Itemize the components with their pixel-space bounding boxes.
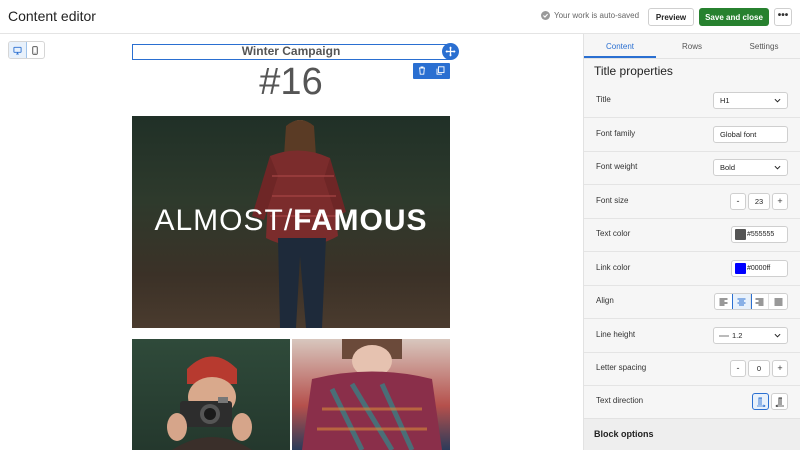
tab-content[interactable]: Content: [584, 34, 656, 58]
rtl-icon: [774, 397, 784, 407]
check-circle-icon: [541, 11, 550, 20]
line-height-icon: [719, 335, 729, 337]
font-size-decrease-button[interactable]: -: [730, 193, 746, 210]
device-toggle: [8, 41, 45, 59]
block-options-section[interactable]: Block options: [584, 418, 800, 450]
text-color-value: #555555: [747, 231, 775, 238]
editor-canvas: Winter Campaign #16 ALMOST/FAMOUS: [0, 34, 583, 450]
preview-button[interactable]: Preview: [648, 8, 694, 26]
row-align: Align: [584, 285, 800, 319]
top-bar: Content editor Your work is auto-saved P…: [0, 0, 800, 34]
letter-spacing-stepper: - 0 +: [730, 360, 788, 377]
font-family-value: Global font: [720, 130, 757, 139]
selected-title-block[interactable]: Winter Campaign: [132, 44, 450, 60]
align-center-button[interactable]: [732, 294, 752, 309]
align-right-icon: [755, 298, 764, 305]
align-right-button[interactable]: [751, 294, 769, 309]
row-title: Title H1: [584, 84, 800, 118]
line-height-value: 1.2: [732, 331, 743, 340]
font-family-select[interactable]: Global font: [713, 126, 788, 143]
line-height-select[interactable]: 1.2: [713, 327, 788, 344]
desktop-view-button[interactable]: [9, 42, 27, 58]
camera-woman-illustration: [167, 356, 252, 450]
row-link-color: Link color #0000ff: [584, 252, 800, 286]
align-left-icon: [719, 298, 728, 305]
text-color-swatch[interactable]: [735, 229, 746, 240]
font-weight-value: Bold: [720, 163, 736, 172]
autosave-text: Your work is auto-saved: [554, 11, 640, 20]
letter-spacing-input[interactable]: 0: [748, 360, 770, 377]
tab-settings[interactable]: Settings: [728, 34, 800, 58]
section-title: Title properties: [594, 64, 673, 78]
chevron-down-icon: [774, 333, 781, 338]
mobile-view-button[interactable]: [27, 42, 44, 58]
align-group: [714, 293, 788, 310]
row-font-size: Font size - 23 +: [584, 185, 800, 219]
row-text-color: Text color #555555: [584, 218, 800, 252]
ltr-direction-button[interactable]: [752, 393, 769, 410]
row-text-direction: Text direction: [584, 385, 800, 419]
ltr-icon: [756, 397, 766, 407]
hero-text-bold: FAMOUS: [293, 204, 428, 237]
chevron-down-icon: [774, 165, 781, 170]
letter-spacing-label: Letter spacing: [596, 363, 647, 372]
text-color-field[interactable]: #555555: [731, 226, 788, 243]
tab-rows[interactable]: Rows: [656, 34, 728, 58]
font-size-increase-button[interactable]: +: [772, 193, 788, 210]
move-icon: [445, 46, 456, 57]
letter-spacing-decrease-button[interactable]: -: [730, 360, 746, 377]
align-label: Align: [596, 296, 614, 305]
desktop-icon: [13, 46, 22, 55]
row-letter-spacing: Letter spacing - 0 +: [584, 352, 800, 386]
text-color-label: Text color: [596, 229, 631, 238]
save-and-close-button[interactable]: Save and close: [699, 8, 769, 26]
font-size-label: Font size: [596, 196, 629, 205]
move-handle[interactable]: [442, 43, 459, 60]
title-select[interactable]: H1: [713, 92, 788, 109]
title-label: Title: [596, 95, 611, 104]
align-justify-icon: [774, 298, 782, 305]
align-justify-button[interactable]: [769, 294, 787, 309]
photo-camera-woman[interactable]: [132, 339, 290, 450]
align-left-button[interactable]: [715, 294, 733, 309]
font-size-stepper: - 23 +: [730, 193, 788, 210]
hero-text-light: ALMOST/: [154, 204, 294, 237]
properties-panel: Content Rows Settings Title properties T…: [583, 34, 800, 450]
more-options-button[interactable]: •••: [774, 8, 792, 26]
mobile-icon: [32, 45, 38, 55]
headline-text[interactable]: #16: [132, 60, 450, 104]
font-size-input[interactable]: 23: [748, 193, 770, 210]
font-weight-select[interactable]: Bold: [713, 159, 788, 176]
text-direction-group: [752, 393, 788, 410]
photo-scarf-woman[interactable]: [292, 339, 450, 450]
scarf-woman-illustration: [302, 339, 442, 450]
app-title: Content editor: [8, 8, 96, 24]
panel-tabs: Content Rows Settings: [584, 34, 800, 59]
text-direction-label: Text direction: [596, 396, 644, 405]
row-line-height: Line height 1.2: [584, 319, 800, 353]
line-height-label: Line height: [596, 330, 636, 339]
hero-image[interactable]: ALMOST/FAMOUS: [132, 116, 450, 328]
chevron-down-icon: [774, 98, 781, 103]
row-font-family: Font family Global font: [584, 118, 800, 152]
link-color-field[interactable]: #0000ff: [731, 260, 788, 277]
link-color-label: Link color: [596, 263, 631, 272]
block-options-title: Block options: [594, 429, 654, 439]
autosave-status: Your work is auto-saved: [541, 11, 639, 20]
title-select-value: H1: [720, 96, 730, 105]
rtl-direction-button[interactable]: [771, 393, 788, 410]
row-font-weight: Font weight Bold: [584, 151, 800, 185]
align-center-icon: [737, 298, 746, 305]
font-weight-label: Font weight: [596, 162, 638, 171]
letter-spacing-increase-button[interactable]: +: [772, 360, 788, 377]
hero-overlay-text: ALMOST/FAMOUS: [132, 204, 450, 238]
link-color-swatch[interactable]: [735, 263, 746, 274]
link-color-value: #0000ff: [747, 265, 771, 272]
font-family-label: Font family: [596, 129, 636, 138]
